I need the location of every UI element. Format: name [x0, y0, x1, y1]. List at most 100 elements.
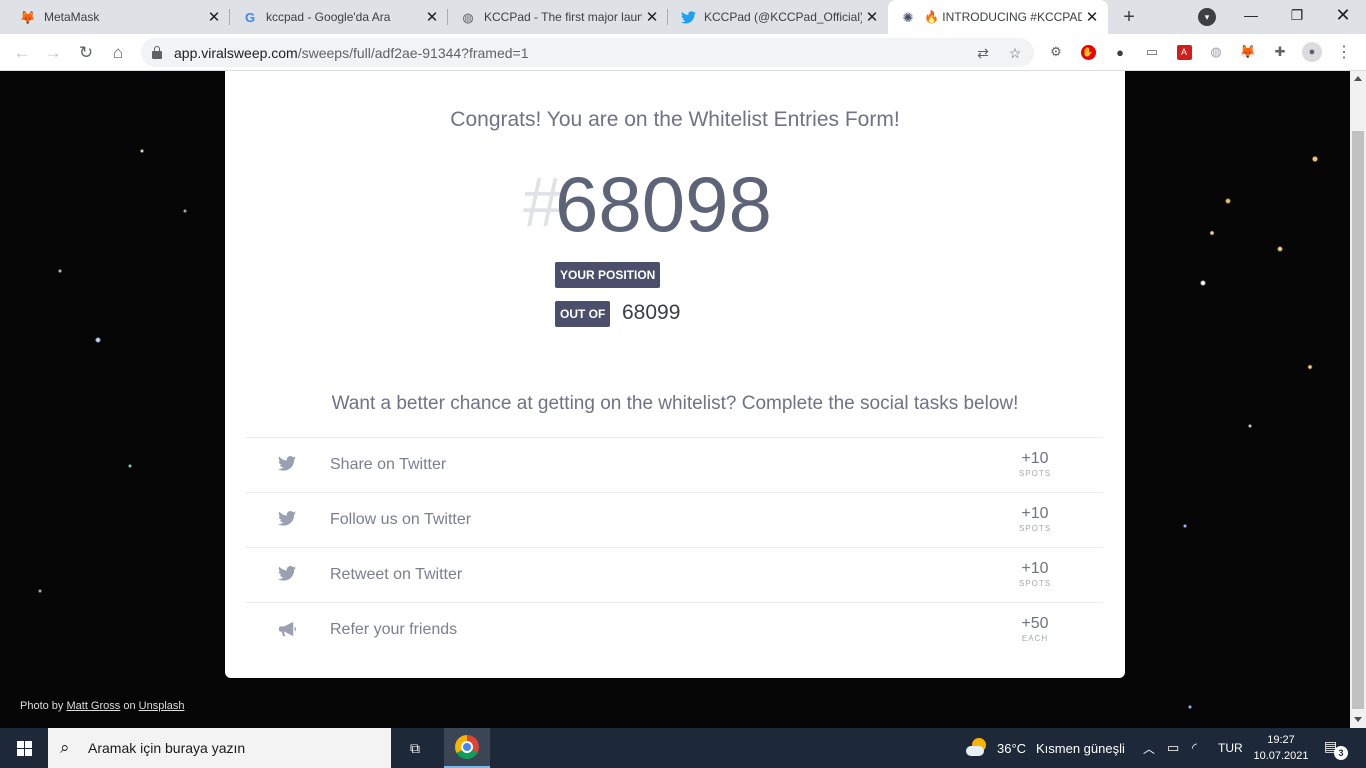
tab-introducing-kccpad[interactable]: ✺ 🔥 INTRODUCING #KCCPAD ✕: [888, 0, 1108, 34]
globe-icon: ◍: [462, 9, 474, 25]
task-retweet-twitter[interactable]: Retweet on Twitter +10 SPOTS: [245, 547, 1103, 602]
windows-taskbar: ⌕ Aramak için buraya yazın ⧉ 36°C Kısmen…: [0, 728, 1366, 768]
close-icon[interactable]: ✕: [642, 7, 662, 27]
window-close-button[interactable]: ✕: [1320, 0, 1366, 30]
close-icon[interactable]: ✕: [422, 7, 442, 27]
congrats-heading: Congrats! You are on the Whitelist Entri…: [450, 108, 900, 131]
task-refer-friends[interactable]: Refer your friends +50 EACH: [245, 602, 1103, 657]
lock-icon[interactable]: [152, 46, 162, 59]
task-points: +50 EACH: [1015, 615, 1055, 643]
tab-label: MetaMask: [44, 10, 100, 24]
metamask-fox-icon[interactable]: 🦊: [1238, 42, 1258, 62]
maximize-button[interactable]: ❐: [1274, 0, 1320, 30]
page-background: Congrats! You are on the Whitelist Entri…: [0, 71, 1366, 728]
search-icon: ⌕: [60, 738, 70, 757]
points-unit: SPOTS: [1018, 524, 1052, 533]
forward-icon[interactable]: →: [40, 40, 66, 66]
task-share-twitter[interactable]: Share on Twitter +10 SPOTS: [245, 437, 1103, 492]
tab-label: kccpad - Google'da Ara: [266, 10, 391, 24]
windows-logo-icon: [16, 740, 32, 756]
battery-icon[interactable]: ▭: [1167, 728, 1179, 768]
wifi-icon[interactable]: ◜: [1192, 728, 1197, 768]
scroll-thumb[interactable]: [1352, 131, 1364, 709]
google-icon: G: [244, 9, 256, 25]
notification-center-icon[interactable]: ▤ 3: [1324, 738, 1348, 760]
close-icon[interactable]: ✕: [1082, 7, 1102, 27]
task-label: Retweet on Twitter: [330, 566, 463, 583]
tab-google-search[interactable]: G kccpad - Google'da Ara ✕: [230, 0, 448, 34]
url-host: app.viralsweep.com: [174, 45, 298, 61]
metamask-fox-icon: 🦊: [19, 9, 37, 25]
taskbar-search-box[interactable]: ⌕ Aramak için buraya yazın: [48, 728, 391, 768]
back-icon[interactable]: ←: [9, 40, 35, 66]
tab-strip: 🦊 MetaMask ✕ G kccpad - Google'da Ara ✕ …: [0, 0, 1366, 34]
scroll-up-arrow[interactable]: [1354, 76, 1362, 81]
position-number: 68098: [555, 160, 772, 248]
credit-author-link[interactable]: Matt Gross: [66, 700, 120, 712]
twitter-icon: [680, 9, 696, 25]
globe-extension-icon[interactable]: ◍: [1206, 42, 1226, 62]
weather-partly-sunny-icon[interactable]: [966, 738, 988, 758]
points-value: +10: [1021, 450, 1049, 467]
clock-date: 10.07.2021: [1253, 750, 1309, 762]
weather-temperature[interactable]: 36°C: [997, 728, 1026, 768]
taskbar-clock[interactable]: 19:27 10.07.2021: [1250, 732, 1312, 764]
minimize-button[interactable]: —: [1228, 0, 1274, 30]
task-follow-twitter[interactable]: Follow us on Twitter +10 SPOTS: [245, 492, 1103, 547]
browser-toolbar: ← → ↻ ⌂ app.viralsweep.com/sweeps/full/a…: [0, 34, 1366, 71]
home-icon[interactable]: ⌂: [105, 40, 131, 66]
close-icon[interactable]: ✕: [204, 7, 224, 27]
scroll-down-arrow[interactable]: [1354, 717, 1362, 722]
tab-label: KCCPad - The first major laun: [484, 10, 642, 24]
weather-description[interactable]: Kısmen güneşli: [1036, 728, 1125, 768]
twitter-icon: [278, 511, 296, 529]
profile-avatar-icon[interactable]: ●: [1302, 42, 1322, 62]
new-tab-button[interactable]: +: [1117, 5, 1141, 29]
tab-kccpad-site[interactable]: ◍ KCCPad - The first major laun ✕: [448, 0, 668, 34]
translate-icon[interactable]: ⇄: [973, 43, 993, 63]
adblock-icon[interactable]: ✋: [1078, 42, 1098, 62]
points-unit: EACH: [1021, 634, 1049, 643]
credit-middle: on: [123, 700, 136, 712]
out-of-badge: OUT OF: [555, 301, 611, 327]
extension-puzzle-alt-icon[interactable]: ●: [1110, 42, 1130, 62]
extensions-puzzle-icon[interactable]: ✚: [1270, 42, 1290, 62]
reload-icon[interactable]: ↻: [73, 40, 99, 66]
tab-label: 🔥 INTRODUCING #KCCPAD: [924, 10, 1082, 24]
points-unit: SPOTS: [1018, 469, 1052, 478]
notification-count: 3: [1334, 746, 1348, 760]
clock-time: 19:27: [1267, 734, 1295, 746]
whitelist-card: Congrats! You are on the Whitelist Entri…: [225, 71, 1125, 678]
points-value: +10: [1021, 505, 1049, 522]
credit-prefix: Photo by: [20, 700, 64, 712]
extension-gear-icon[interactable]: ⚙: [1046, 42, 1066, 62]
pdf-icon[interactable]: A: [1174, 42, 1194, 62]
start-button[interactable]: [0, 728, 48, 768]
cast-icon[interactable]: ▭: [1142, 42, 1162, 62]
tab-search-icon[interactable]: ▾: [1198, 8, 1216, 26]
bookmark-star-icon[interactable]: ☆: [1005, 43, 1025, 63]
menu-kebab-icon[interactable]: ⋮: [1334, 42, 1354, 62]
task-points: +10 SPOTS: [1015, 505, 1055, 533]
your-position-badge: YOUR POSITION: [555, 262, 661, 288]
url-path: /sweeps/full/adf2ae-91344?framed=1: [297, 45, 529, 61]
task-label: Follow us on Twitter: [330, 511, 472, 528]
points-unit: SPOTS: [1018, 579, 1052, 588]
viralsweep-icon: ✺: [902, 9, 914, 25]
points-value: +10: [1021, 560, 1049, 577]
taskbar-chrome-button[interactable]: [444, 728, 490, 768]
twitter-icon: [278, 456, 296, 474]
points-value: +50: [1021, 615, 1049, 632]
page-scrollbar[interactable]: [1350, 71, 1366, 728]
credit-site-link[interactable]: Unsplash: [139, 700, 185, 712]
url-text[interactable]: app.viralsweep.com/sweeps/full/adf2ae-91…: [174, 45, 529, 61]
chevron-up-icon[interactable]: ︿: [1143, 728, 1155, 768]
tab-kccpad-twitter[interactable]: KCCPad (@KCCPad_Official) / ✕: [668, 0, 888, 34]
close-icon[interactable]: ✕: [862, 7, 882, 27]
task-view-icon[interactable]: ⧉: [405, 739, 425, 757]
tab-metamask[interactable]: 🦊 MetaMask ✕: [8, 0, 230, 34]
address-bar[interactable]: app.viralsweep.com/sweeps/full/adf2ae-91…: [141, 38, 1034, 67]
photo-credit: Photo by Matt Gross on Unsplash: [20, 700, 185, 712]
megaphone-icon: [278, 621, 296, 639]
language-indicator[interactable]: TUR: [1218, 728, 1243, 768]
